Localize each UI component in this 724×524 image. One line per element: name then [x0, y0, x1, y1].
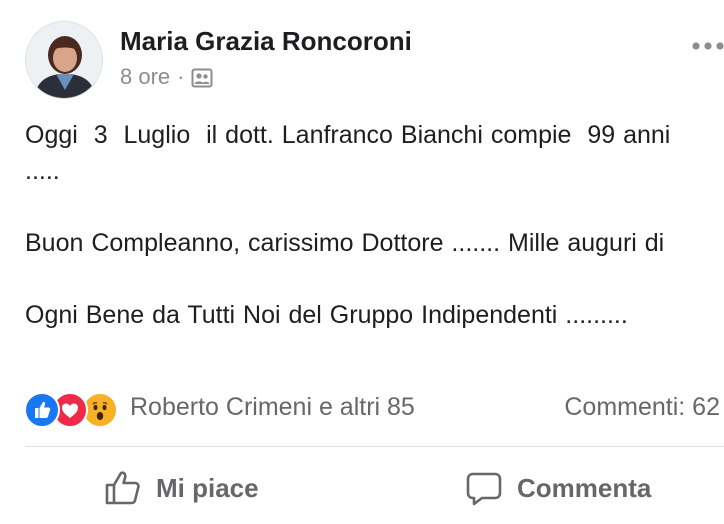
more-options-button[interactable] [690, 34, 724, 58]
thumbs-up-icon [105, 471, 140, 505]
meta-separator: · [177, 64, 185, 89]
post-paragraph: Oggi 3 Luglio il dott. Lanfranco Bianchi… [25, 121, 687, 185]
like-reaction-icon [24, 392, 60, 428]
more-options-icon [692, 42, 724, 50]
comment-button[interactable]: Commenta [465, 465, 651, 511]
post-header: Maria Grazia Roncoroni 8 ore · [0, 0, 724, 110]
post-body: Oggi 3 Luglio il dott. Lanfranco Bianchi… [25, 117, 719, 333]
reaction-icons[interactable] [24, 392, 124, 428]
post-paragraph: Buon Compleanno, carissimo Dottore .....… [25, 229, 665, 257]
avatar[interactable] [25, 21, 103, 99]
post-timestamp[interactable]: 8 ore [120, 64, 170, 90]
divider [25, 446, 724, 447]
like-button-label: Mi piace [156, 472, 259, 503]
comment-bubble-icon [466, 472, 502, 506]
comments-count[interactable]: Commenti: 62 [564, 393, 720, 422]
post-paragraph: Ogni Bene da Tutti Noi del Gruppo Indipe… [25, 301, 628, 329]
comment-button-label: Commenta [517, 472, 652, 503]
group-audience-icon[interactable] [191, 67, 213, 89]
post-meta: 8 ore · [120, 64, 213, 90]
reactions-bar: Roberto Crimeni e altri 85 Commenti: 62 [0, 388, 724, 428]
like-button[interactable]: Mi piace [104, 465, 259, 511]
author-name[interactable]: Maria Grazia Roncoroni [120, 26, 412, 57]
reactors-summary[interactable]: Roberto Crimeni e altri 85 [130, 393, 415, 422]
